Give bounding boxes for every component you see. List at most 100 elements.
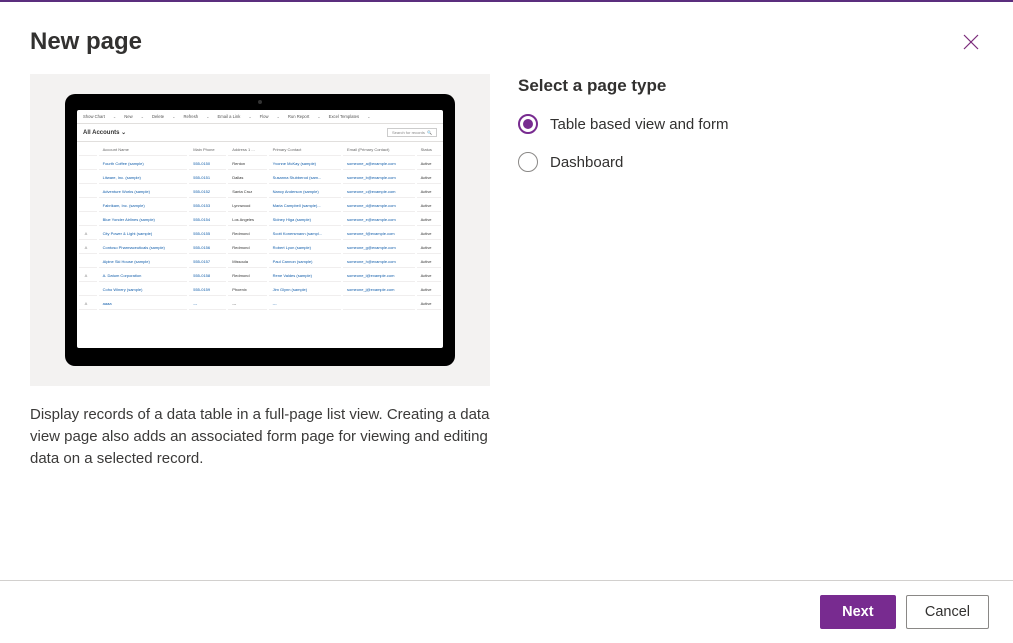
preview-cell: 555-0155 [189, 228, 226, 240]
preview-cell: Rene Valdes (sample) [269, 270, 341, 282]
preview-cell: 555-0153 [189, 200, 226, 212]
chevron-down-icon: ⌄ [248, 114, 251, 119]
preview-cell: A [79, 270, 97, 282]
chevron-down-icon: ⌄ [121, 130, 126, 136]
preview-toolbar-item: Refresh [183, 114, 198, 119]
preview-cell: Blue Yonder Airlines (sample) [99, 214, 188, 226]
preview-toolbar: Show Chart⌄New⌄Delete⌄Refresh⌄Email a Li… [77, 110, 443, 124]
dialog-body: Show Chart⌄New⌄Delete⌄Refresh⌄Email a Li… [0, 64, 1013, 580]
preview-cell: someone_i@example.com [343, 270, 415, 282]
page-type-option[interactable]: Table based view and form [518, 114, 983, 134]
preview-cell: Litware, Inc. (sample) [99, 172, 188, 184]
device-screen: Show Chart⌄New⌄Delete⌄Refresh⌄Email a Li… [77, 110, 443, 348]
right-column: Select a page type Table based view and … [518, 74, 983, 580]
table-row: Adventure Works (sample)555-0152Santa Cr… [79, 186, 441, 198]
preview-cell: Active [417, 172, 441, 184]
preview-search-placeholder: Search for records [392, 130, 425, 135]
preview-cell: City Power & Light (sample) [99, 228, 188, 240]
preview-column-header: Email (Primary Contact) [343, 144, 415, 156]
preview-cell: Active [417, 158, 441, 170]
preview-column-header: Address 1 ... [228, 144, 266, 156]
preview-toolbar-item: Run Report [288, 114, 309, 119]
preview-cell: Active [417, 228, 441, 240]
select-page-type-heading: Select a page type [518, 76, 983, 96]
table-row: Fourth Coffee (sample)555-0150RentonYvon… [79, 158, 441, 170]
preview-cell [79, 158, 97, 170]
preview-cell: Redmond [228, 270, 266, 282]
preview-cell: Coho Winery (sample) [99, 284, 188, 296]
preview-cell: someone_b@example.com [343, 172, 415, 184]
preview-view-row: All Accounts ⌄ Search for records🔍 [77, 124, 443, 142]
preview-cell: Active [417, 298, 441, 310]
dialog-header: New page [0, 2, 1013, 64]
preview-toolbar-item: Show Chart [83, 114, 105, 119]
new-page-dialog: New page Show Chart⌄New⌄Delete⌄Refresh⌄E… [0, 2, 1013, 643]
preview-cell: A [79, 242, 97, 254]
page-type-option[interactable]: Dashboard [518, 152, 983, 172]
preview-cell: Scott Konersmann (sampl... [269, 228, 341, 240]
close-icon [963, 34, 979, 50]
preview-cell: Fourth Coffee (sample) [99, 158, 188, 170]
preview-cell: A. Datum Corporation [99, 270, 188, 282]
preview-cell: someone_j@example.com [343, 284, 415, 296]
preview-toolbar-item: Email a Link [218, 114, 241, 119]
preview-grid: Account NameMain PhoneAddress 1 ...Prima… [77, 142, 443, 312]
preview-search: Search for records🔍 [387, 128, 437, 137]
chevron-down-icon: ⌄ [317, 114, 320, 119]
preview-cell: --- [228, 298, 266, 310]
preview-toolbar-item: Flow [260, 114, 269, 119]
page-type-description: Display records of a data table in a ful… [30, 404, 490, 469]
preview-cell: 555-0157 [189, 256, 226, 268]
preview-toolbar-item: Delete [152, 114, 164, 119]
preview-cell: Active [417, 186, 441, 198]
preview-cell: Active [417, 214, 441, 226]
preview-cell: Redmond [228, 242, 266, 254]
preview-cell: someone_f@example.com [343, 228, 415, 240]
chevron-down-icon: ⌄ [113, 114, 116, 119]
preview-column-header: Primary Contact [269, 144, 341, 156]
table-row: Coho Winery (sample)555-0159PhoenixJim G… [79, 284, 441, 296]
preview-cell: Active [417, 242, 441, 254]
preview-cell: Alpine Ski House (sample) [99, 256, 188, 268]
preview-cell: Adventure Works (sample) [99, 186, 188, 198]
next-button[interactable]: Next [820, 595, 896, 629]
preview-frame: Show Chart⌄New⌄Delete⌄Refresh⌄Email a Li… [30, 74, 490, 386]
chevron-down-icon: ⌄ [206, 114, 209, 119]
close-button[interactable] [959, 30, 983, 54]
preview-cell: someone_d@example.com [343, 200, 415, 212]
dialog-footer: Next Cancel [0, 580, 1013, 643]
preview-view-name: All Accounts [83, 130, 119, 136]
preview-cell: someone_c@example.com [343, 186, 415, 198]
page-type-option-label: Dashboard [550, 154, 623, 171]
table-row: Blue Yonder Airlines (sample)555-0154Los… [79, 214, 441, 226]
table-row: AA. Datum Corporation555-0158RedmondRene… [79, 270, 441, 282]
preview-cell: Redmond [228, 228, 266, 240]
preview-cell: Missoula [228, 256, 266, 268]
preview-cell: Active [417, 284, 441, 296]
preview-cell [79, 284, 97, 296]
preview-cell: Fabrikam, Inc. (sample) [99, 200, 188, 212]
preview-cell: 555-0158 [189, 270, 226, 282]
preview-cell: Active [417, 200, 441, 212]
preview-cell: A [79, 228, 97, 240]
preview-cell: someone_a@example.com [343, 158, 415, 170]
preview-cell: aaaa [99, 298, 188, 310]
chevron-down-icon: ⌄ [172, 114, 175, 119]
preview-cell: 555-0154 [189, 214, 226, 226]
preview-column-header: Account Name [99, 144, 188, 156]
cancel-button[interactable]: Cancel [906, 595, 989, 629]
chevron-down-icon: ⌄ [277, 114, 280, 119]
preview-cell: 555-0156 [189, 242, 226, 254]
preview-cell: 555-0159 [189, 284, 226, 296]
preview-cell: Los Angeles [228, 214, 266, 226]
radio-icon [518, 152, 538, 172]
preview-cell: Active [417, 270, 441, 282]
preview-cell: 555-0150 [189, 158, 226, 170]
preview-cell: Contoso Pharmaceuticals (sample) [99, 242, 188, 254]
preview-cell: Jim Glynn (sample) [269, 284, 341, 296]
preview-column-header: Main Phone [189, 144, 226, 156]
table-row: Alpine Ski House (sample)555-0157Missoul… [79, 256, 441, 268]
preview-column-header [79, 144, 97, 156]
preview-cell: Active [417, 256, 441, 268]
preview-cell: Sidney Higa (sample) [269, 214, 341, 226]
